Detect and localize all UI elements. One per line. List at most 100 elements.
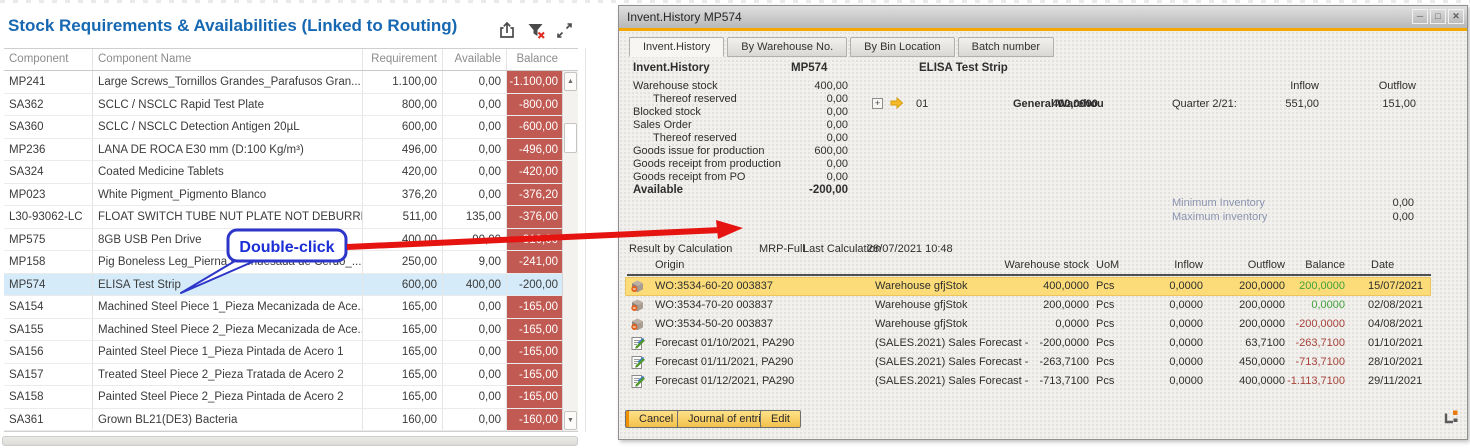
column-header-component[interactable]: Component	[4, 49, 93, 70]
available-cell: 400,00	[443, 274, 507, 296]
result-by-calculation-label: Result by Calculation	[629, 243, 732, 255]
stock-table-row[interactable]: SA158Painted Steel Piece 2_Pieza Pintada…	[4, 386, 578, 409]
component-name-cell: Machined Steel Piece 1_Pieza Mecanizada …	[93, 296, 363, 318]
component-name-cell: Coated Medicine Tablets	[93, 161, 363, 183]
stock-table-row[interactable]: SA154Machined Steel Piece 1_Pieza Mecani…	[4, 296, 578, 319]
source-cell: (SALES.2021) Sales Forecast -	[875, 334, 1028, 353]
history-table-row[interactable]: WO:3534-50-20 003837Warehouse gfjStok0,0…	[619, 315, 1467, 334]
warehouse-stock-value: 400,0000	[1052, 98, 1098, 110]
outflow-cell: 200,0000	[1239, 296, 1285, 315]
component-name-cell: ELISA Test Strip	[93, 274, 363, 296]
available-cell: 0,00	[443, 319, 507, 341]
summary-label: Goods receipt from production	[633, 158, 781, 171]
requirement-cell: 165,00	[363, 341, 443, 363]
item-code: MP574	[791, 62, 827, 74]
component-name-cell: Painted Steel Piece 2_Pieza Pintada de A…	[93, 386, 363, 408]
fullscreen-icon[interactable]	[556, 22, 573, 39]
maximize-icon[interactable]: □	[1430, 9, 1446, 24]
form-title: Invent.History	[633, 62, 710, 74]
scroll-up-icon[interactable]: ▲	[564, 72, 577, 91]
column-header-outflow[interactable]: Outflow	[1248, 259, 1285, 271]
tab-by-warehouse-no-[interactable]: By Warehouse No.	[727, 37, 847, 57]
scrollbar-thumb[interactable]	[564, 123, 577, 153]
balance-cell: -165,00	[507, 364, 562, 386]
stock-table-row[interactable]: MP5758GB USB Pen Drive400,0090,00-310,00	[4, 229, 578, 252]
column-header-component-name[interactable]: Component Name	[93, 49, 363, 70]
window-titlebar[interactable]: Invent.History MP574 ─ □ ✕	[619, 6, 1467, 28]
requirement-cell: 165,00	[363, 386, 443, 408]
column-header-date[interactable]: Date	[1371, 259, 1394, 271]
summary-label: Goods receipt from PO	[633, 171, 746, 184]
component-cell: SA324	[4, 161, 93, 183]
tab-invent-history[interactable]: Invent.History	[629, 37, 724, 57]
summary-row: Warehouse stock400,00	[619, 80, 1467, 93]
stock-table-row[interactable]: MP023White Pigment_Pigmento Blanco376,20…	[4, 184, 578, 207]
available-cell: 0,00	[443, 386, 507, 408]
balance-cell: -1.113,7100	[1287, 372, 1345, 391]
stock-table-row[interactable]: SA324Coated Medicine Tablets420,000,00-4…	[4, 161, 578, 184]
column-header-origin[interactable]: Origin	[655, 259, 684, 271]
stock-table-row[interactable]: SA156Painted Steel Piece 1_Pieza Pintada…	[4, 341, 578, 364]
yellow-arrow-icon[interactable]	[889, 96, 904, 113]
balance-cell: -1.100,00	[507, 71, 562, 93]
history-table-row[interactable]: Forecast 01/10/2021, PA290(SALES.2021) S…	[619, 334, 1467, 353]
stock-table-row[interactable]: SA361Grown BL21(DE3) Bacteria160,000,00-…	[4, 409, 578, 432]
tab-by-bin-location[interactable]: By Bin Location	[850, 37, 954, 57]
requirement-cell: 496,00	[363, 139, 443, 161]
summary-label: Warehouse stock	[633, 80, 718, 93]
vertical-scrollbar[interactable]: ▲ ▼	[562, 71, 578, 431]
column-header-warehouse-stock[interactable]: Warehouse stock	[1004, 259, 1089, 271]
scroll-down-icon[interactable]: ▼	[564, 411, 577, 430]
column-header-requirement[interactable]: Requirement	[363, 49, 443, 70]
component-cell: SA361	[4, 409, 93, 431]
component-name-cell: Large Screws_Tornillos Grandes_Parafusos…	[93, 71, 363, 93]
stock-table-row[interactable]: MP158Pig Boneless Leg_Pierna Deshuesada …	[4, 251, 578, 274]
stock-table-row[interactable]: SA362SCLC / NSCLC Rapid Test Plate800,00…	[4, 94, 578, 117]
filter-clear-icon[interactable]	[526, 20, 547, 40]
minimize-icon[interactable]: ─	[1412, 9, 1428, 24]
available-cell: 90,00	[443, 229, 507, 251]
column-header-available[interactable]: Available	[443, 49, 507, 70]
stock-table-row[interactable]: L30-93062-LCFLOAT SWITCH TUBE NUT PLATE …	[4, 206, 578, 229]
date-cell: 29/11/2021	[1368, 372, 1422, 391]
cancel-button[interactable]: Cancel	[625, 410, 684, 428]
summary-label: Goods issue for production	[633, 145, 764, 158]
date-cell: 01/10/2021	[1368, 334, 1423, 353]
balance-cell: -165,00	[507, 296, 562, 318]
horizontal-scrollbar[interactable]	[2, 436, 578, 446]
stock-table-row[interactable]: MP574ELISA Test Strip600,00400,00-200,00	[4, 274, 578, 297]
history-table-body: WO:3534-60-20 003837Warehouse gfjStok400…	[619, 277, 1467, 391]
warehouse-code[interactable]: 01	[916, 98, 928, 110]
history-table-row[interactable]: Forecast 01/11/2021, PA290(SALES.2021) S…	[619, 353, 1467, 372]
stock-table-row[interactable]: SA157Treated Steel Piece 2_Pieza Tratada…	[4, 364, 578, 387]
summary-value: -200,00	[809, 184, 848, 197]
summary-row: Sales Order0,00	[619, 119, 1467, 132]
history-table-row[interactable]: WO:3534-60-20 003837Warehouse gfjStok400…	[619, 277, 1467, 296]
stock-table-row[interactable]: SA360SCLC / NSCLC Detection Antigen 20µL…	[4, 116, 578, 139]
resize-grip-icon[interactable]	[1444, 409, 1459, 427]
date-cell: 04/08/2021	[1368, 315, 1423, 334]
column-header-balance[interactable]: Balance	[507, 49, 562, 70]
history-table-row[interactable]: Forecast 01/12/2021, PA290(SALES.2021) S…	[619, 372, 1467, 391]
available-cell: 0,00	[443, 341, 507, 363]
column-header-inflow[interactable]: Inflow	[1174, 259, 1203, 271]
stock-table-row[interactable]: MP241Large Screws_Tornillos Grandes_Para…	[4, 71, 578, 94]
summary-label: Thereof reserved	[653, 93, 737, 106]
stock-table-row[interactable]: MP236LANA DE ROCA E30 mm (D:100 Kg/m³)49…	[4, 139, 578, 162]
expand-plus-icon[interactable]: +	[872, 98, 883, 109]
outflow-cell: 450,0000	[1239, 353, 1285, 372]
requirement-cell: 600,00	[363, 116, 443, 138]
component-cell: MP574	[4, 274, 93, 296]
column-header-uom[interactable]: UoM	[1096, 259, 1119, 271]
export-icon[interactable]	[497, 20, 517, 40]
inflow-cell: 0,0000	[1169, 334, 1203, 353]
tab-batch-number[interactable]: Batch number	[958, 37, 1054, 57]
calculation-type: MRP-Full	[759, 243, 805, 255]
close-icon[interactable]: ✕	[1448, 9, 1464, 24]
history-table-row[interactable]: WO:3534-70-20 003837Warehouse gfjStok200…	[619, 296, 1467, 315]
stock-table-row[interactable]: SA155Machined Steel Piece 2_Pieza Mecani…	[4, 319, 578, 342]
column-header-balance[interactable]: Balance	[1305, 259, 1345, 271]
edit-button[interactable]: Edit	[760, 410, 801, 428]
outflow-cell: 63,7100	[1245, 334, 1285, 353]
available-cell: 0,00	[443, 116, 507, 138]
